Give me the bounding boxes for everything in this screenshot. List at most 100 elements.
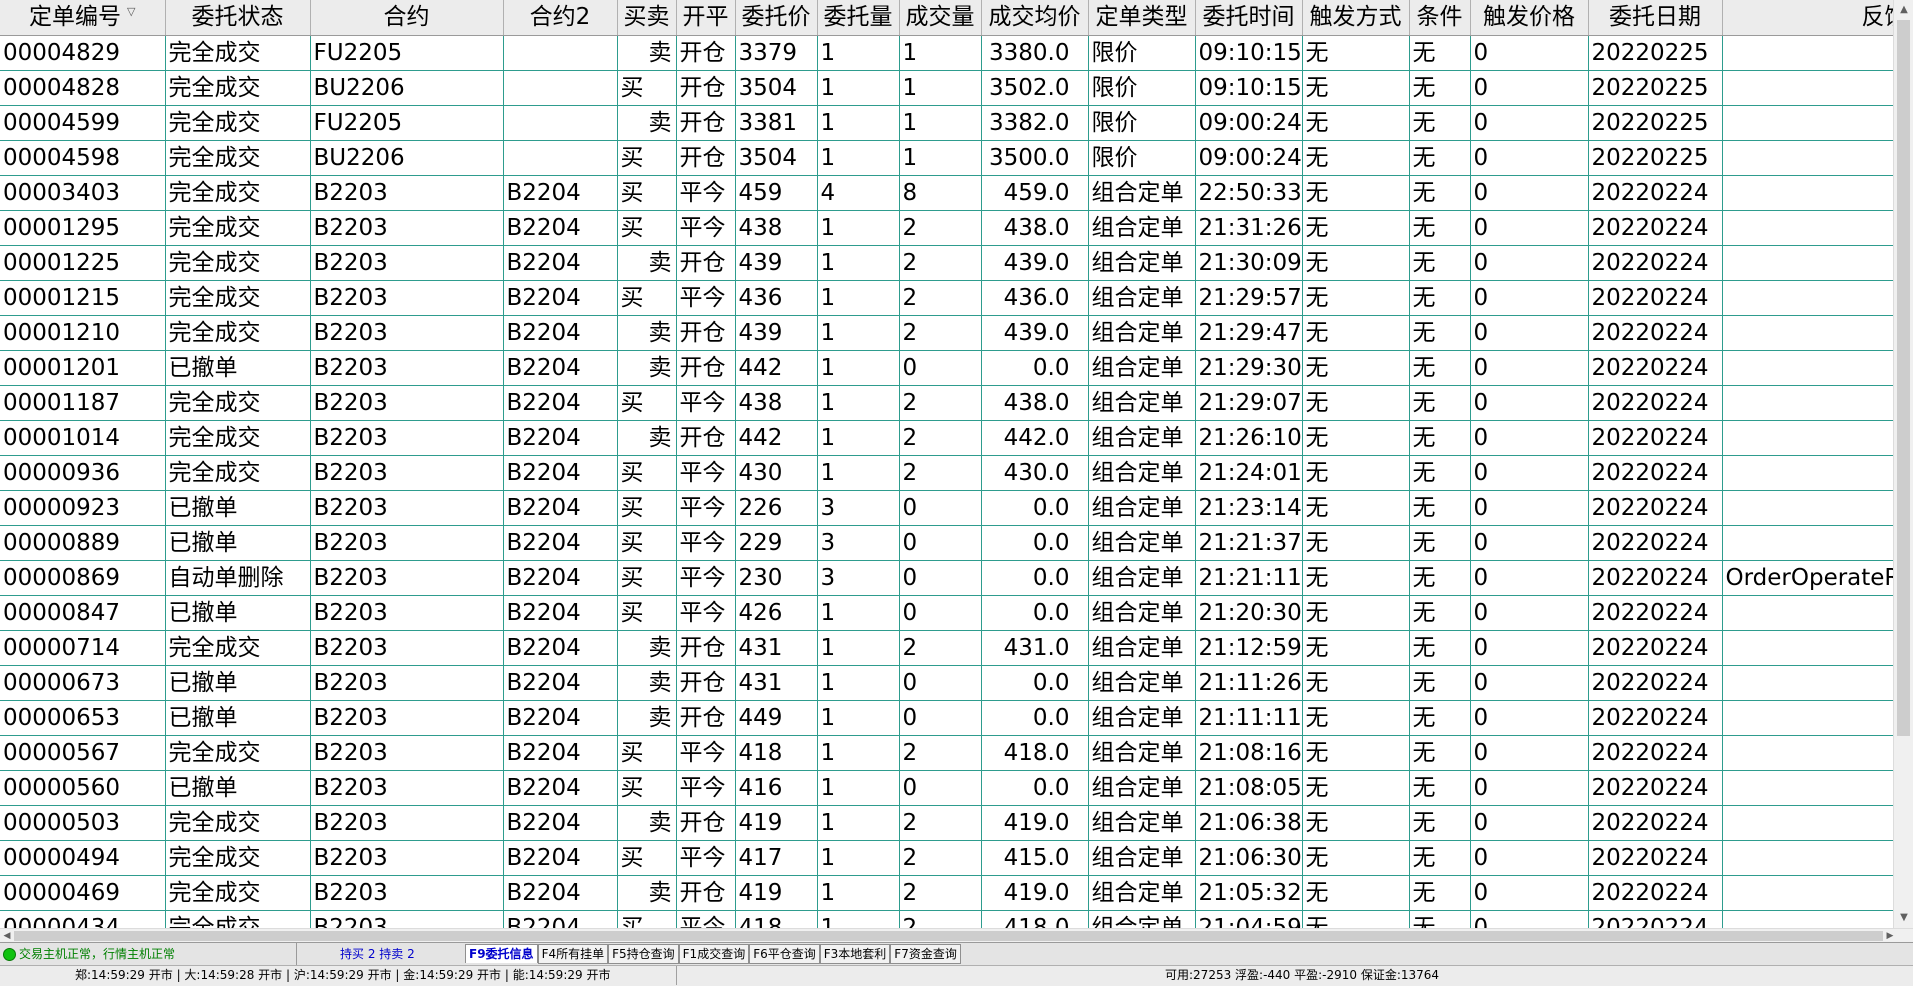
scroll-left-arrow-icon[interactable]: ◀ — [0, 929, 14, 943]
tab-3[interactable]: F1成交查询 — [678, 944, 750, 964]
feedback-cell — [1722, 665, 1893, 701]
avg-price-cell: 415.0 — [981, 840, 1089, 876]
table-row[interactable]: 00001225 完全成交 B2203 B2204 卖开仓 439 1 2 439.0 组合定单 2… — [0, 245, 1893, 281]
side-cell: 卖 — [617, 105, 677, 141]
table-row[interactable]: 00001187 完全成交 B2203 B2204 买平今 438 1 2 438.0 组合定单 2… — [0, 385, 1893, 421]
order-time-cell: 21:29:30 — [1195, 350, 1303, 386]
table-row[interactable]: 00000434 完全成交 B2203 B2204 买平今 418 1 2 418.0 组合定单 2… — [0, 910, 1893, 928]
trigger-price-cell: 0 — [1470, 490, 1589, 526]
condition-cell: 无 — [1409, 140, 1471, 176]
column-header-13[interactable]: 条件 — [1409, 0, 1471, 36]
side-cell: 买 — [617, 770, 677, 806]
table-row[interactable]: 00000567 完全成交 B2203 B2204 买平今 418 1 2 418.0 组合定单 2… — [0, 735, 1893, 771]
scroll-up-arrow-icon[interactable]: ▲ — [1894, 0, 1913, 20]
column-header-4[interactable]: 买卖 — [617, 0, 677, 36]
order-type-cell: 组合定单 — [1088, 595, 1196, 631]
column-header-6[interactable]: 委托价 — [735, 0, 818, 36]
horizontal-scroll-thumb[interactable] — [14, 931, 1883, 941]
table-row[interactable]: 00001210 完全成交 B2203 B2204 卖开仓 439 1 2 439.0 组合定单 2… — [0, 315, 1893, 351]
table-row[interactable]: 00001295 完全成交 B2203 B2204 买平今 438 1 2 438.0 组合定单 2… — [0, 210, 1893, 246]
table-row[interactable]: 00000714 完全成交 B2203 B2204 卖开仓 431 1 2 431.0 组合定单 2… — [0, 630, 1893, 666]
tab-4[interactable]: F6平仓查询 — [749, 944, 820, 964]
column-header-14[interactable]: 触发价格 — [1470, 0, 1589, 36]
order-time-cell: 21:21:11 — [1195, 560, 1303, 596]
table-row[interactable]: 00000560 已撤单 B2203 B2204 买平今 416 1 0 0.0 组合定单 21:0… — [0, 770, 1893, 806]
table-row[interactable]: 00000889 已撤单 B2203 B2204 买平今 229 3 0 0.0 组合定单 21:2… — [0, 525, 1893, 561]
quantity-cell: 1 — [817, 910, 900, 928]
column-header-3[interactable]: 合约2 — [503, 0, 618, 36]
scroll-down-arrow-icon[interactable]: ▼ — [1894, 908, 1913, 928]
tab-0[interactable]: F9委托信息 — [465, 944, 538, 963]
table-row[interactable]: 00000653 已撤单 B2203 B2204 卖开仓 449 1 0 0.0 组合定单 21:1… — [0, 700, 1893, 736]
table-row[interactable]: 00004829 完全成交 FU2205 卖开仓 3379 1 1 3380.0 限价 09:10… — [0, 35, 1893, 71]
contract2-cell: B2204 — [503, 560, 618, 596]
tab-1[interactable]: F4所有挂单 — [537, 944, 609, 964]
table-row[interactable]: 00004599 完全成交 FU2205 卖开仓 3381 1 1 3382.0 限价 09:00… — [0, 105, 1893, 141]
table-row[interactable]: 00001215 完全成交 B2203 B2204 买平今 436 1 2 436.0 组合定单 2… — [0, 280, 1893, 316]
scroll-right-arrow-icon[interactable]: ▶ — [1883, 929, 1897, 943]
table-row[interactable]: 00000673 已撤单 B2203 B2204 卖开仓 431 1 0 0.0 组合定单 21:1… — [0, 665, 1893, 701]
table-row[interactable]: 00000869 自动单删除 B2203 B2204 买平今 230 3 0 0.0 组合定单 21… — [0, 560, 1893, 596]
tab-2[interactable]: F5持仓查询 — [608, 944, 679, 964]
column-header-11[interactable]: 委托时间 — [1195, 0, 1303, 36]
column-header-12[interactable]: 触发方式 — [1302, 0, 1410, 36]
contract-cell: B2203 — [310, 245, 504, 281]
horizontal-scrollbar[interactable]: ◀ ▶ — [0, 928, 1913, 943]
tab-6[interactable]: F7资金查询 — [890, 944, 961, 964]
table-row[interactable]: 00001201 已撤单 B2203 B2204 卖开仓 442 1 0 0.0 组合定单 21:2… — [0, 350, 1893, 386]
table-row[interactable]: 00004828 完全成交 BU2206 买开仓 3504 1 1 3502.0 限价 09:10… — [0, 70, 1893, 106]
order-date-cell: 20220224 — [1588, 245, 1723, 281]
table-row[interactable]: 00000494 完全成交 B2203 B2204 买平今 417 1 2 415.0 组合定单 2… — [0, 840, 1893, 876]
feedback-cell — [1722, 70, 1893, 106]
avg-price-cell: 439.0 — [981, 315, 1089, 351]
column-header-9[interactable]: 成交均价 — [981, 0, 1089, 36]
filled-cell: 0 — [899, 595, 982, 631]
feedback-cell — [1722, 910, 1893, 928]
order-time-cell: 21:06:38 — [1195, 805, 1303, 841]
avg-price-cell: 438.0 — [981, 210, 1089, 246]
column-header-10[interactable]: 定单类型 — [1088, 0, 1196, 36]
order-type-cell: 组合定单 — [1088, 210, 1196, 246]
order-id-cell: 00000434 — [0, 910, 166, 928]
column-header-label: 合约 — [383, 4, 430, 30]
connection-status-text: 交易主机正常，行情主机正常 — [19, 947, 176, 961]
status-cell: 已撤单 — [165, 525, 311, 561]
table-row[interactable]: 00004598 完全成交 BU2206 买开仓 3504 1 1 3500.0 限价 09:00… — [0, 140, 1893, 176]
order-id-cell: 00000653 — [0, 700, 166, 736]
trigger-price-cell: 0 — [1470, 315, 1589, 351]
vertical-scrollbar[interactable]: ▲ ▼ — [1893, 0, 1913, 928]
column-header-label: 买卖 — [623, 4, 670, 30]
column-header-7[interactable]: 委托量 — [817, 0, 900, 36]
column-header-2[interactable]: 合约 — [310, 0, 504, 36]
table-row[interactable]: 00000469 完全成交 B2203 B2204 卖开仓 419 1 2 419.0 组合定单 2… — [0, 875, 1893, 911]
table-row[interactable]: 00000503 完全成交 B2203 B2204 卖开仓 419 1 2 419.0 组合定单 2… — [0, 805, 1893, 841]
side-cell: 卖 — [617, 665, 677, 701]
table-row[interactable]: 00001014 完全成交 B2203 B2204 卖开仓 442 1 2 442.0 组合定单 2… — [0, 420, 1893, 456]
order-id-cell: 00001215 — [0, 280, 166, 316]
column-header-15[interactable]: 委托日期 — [1588, 0, 1723, 36]
trigger-mode-cell: 无 — [1302, 630, 1410, 666]
open-close-cell: 平今 — [676, 840, 736, 876]
order-date-cell: 20220225 — [1588, 140, 1723, 176]
avg-price-cell: 0.0 — [981, 700, 1089, 736]
column-header-0[interactable]: 定单编号 ▽ — [0, 0, 166, 36]
table-row[interactable]: 00000847 已撤单 B2203 B2204 买平今 426 1 0 0.0 组合定单 21:2… — [0, 595, 1893, 631]
column-header-5[interactable]: 开平 — [676, 0, 736, 36]
table-row[interactable]: 00000923 已撤单 B2203 B2204 买平今 226 3 0 0.0 组合定单 21:2… — [0, 490, 1893, 526]
column-header-16[interactable]: 反馈 — [1722, 0, 1893, 36]
price-cell: 418 — [735, 910, 818, 928]
contract-cell: B2203 — [310, 420, 504, 456]
table-row[interactable]: 00000936 完全成交 B2203 B2204 买平今 430 1 2 430.0 组合定单 2… — [0, 455, 1893, 491]
vertical-scroll-thumb[interactable] — [1897, 20, 1910, 736]
column-header-1[interactable]: 委托状态 — [165, 0, 311, 36]
tab-5[interactable]: F3本地套利 — [819, 944, 891, 964]
contract-cell: B2203 — [310, 490, 504, 526]
quantity-cell: 1 — [817, 280, 900, 316]
trigger-mode-cell: 无 — [1302, 840, 1410, 876]
contract-cell: B2203 — [310, 805, 504, 841]
column-header-8[interactable]: 成交量 — [899, 0, 982, 36]
contract2-cell: B2204 — [503, 805, 618, 841]
table-row[interactable]: 00003403 完全成交 B2203 B2204 买平今 459 4 8 459.0 组合定单 2… — [0, 175, 1893, 211]
status-cell: 完全成交 — [165, 735, 311, 771]
order-time-cell: 09:10:15 — [1195, 35, 1303, 71]
